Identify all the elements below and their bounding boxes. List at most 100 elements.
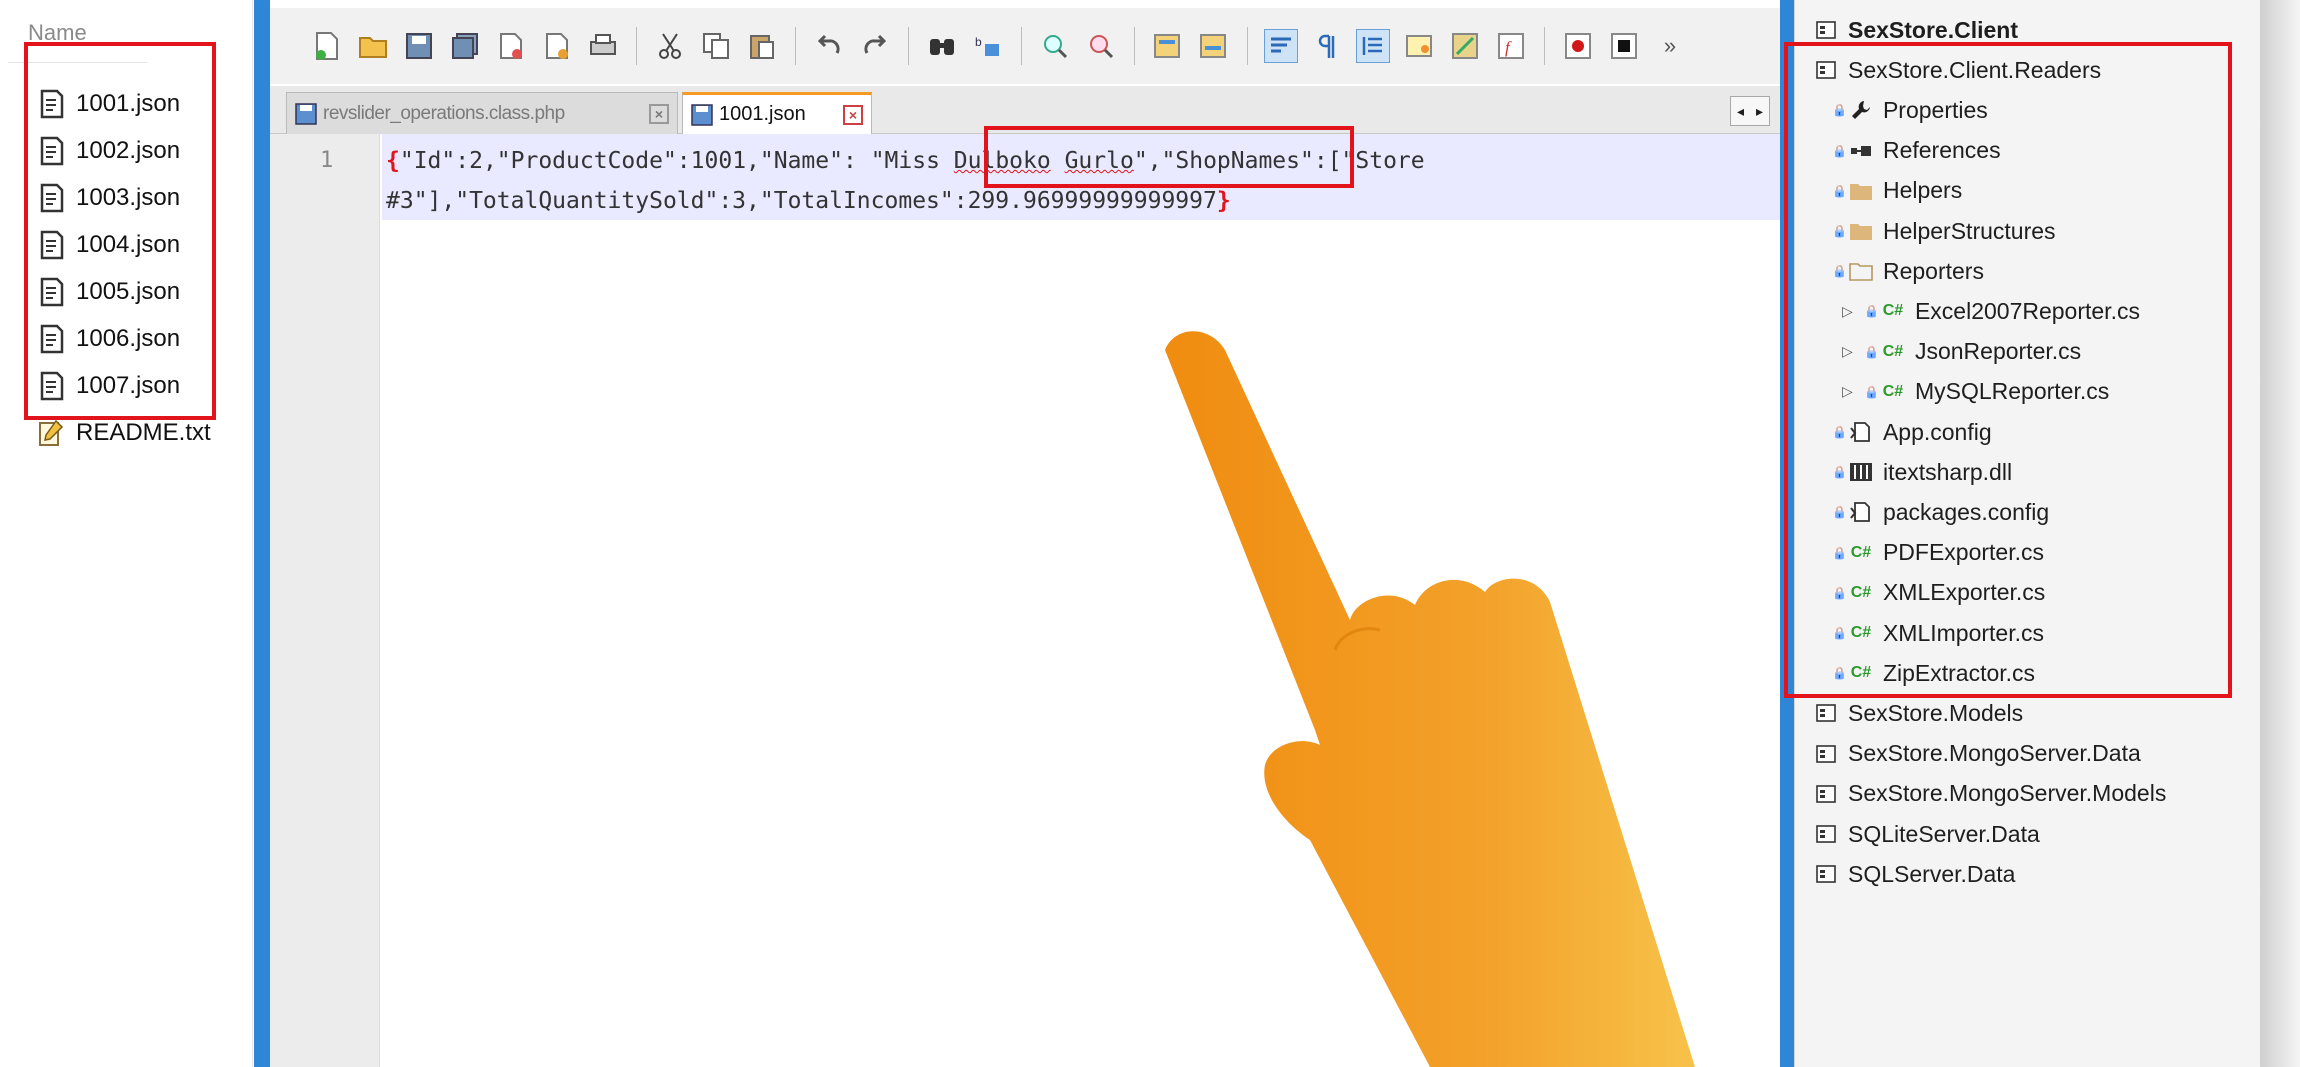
file-item[interactable]: README.txt — [36, 409, 211, 456]
tree-item[interactable]: 🔒 packages.config — [1832, 492, 2049, 532]
copy-icon[interactable] — [699, 29, 733, 63]
close-all-icon[interactable] — [540, 29, 574, 63]
tree-item[interactable]: 🔒 Properties — [1832, 90, 1988, 130]
file-item[interactable]: 1007.json — [36, 362, 211, 409]
source-control-icon: 🔒 — [1864, 344, 1879, 359]
toolbar-separator — [1134, 27, 1135, 65]
paste-icon[interactable] — [745, 29, 779, 63]
sync-horizontal-icon[interactable] — [1197, 29, 1231, 63]
tree-item[interactable]: 🔒 itextsharp.dll — [1832, 452, 2012, 492]
tree-item[interactable]: 🔒 C# XMLImporter.cs — [1832, 613, 2044, 653]
folder-open-icon — [1849, 259, 1873, 283]
function-list-icon[interactable] — [1448, 29, 1482, 63]
redo-icon[interactable] — [858, 29, 892, 63]
tree-item[interactable]: SexStore.Client.Readers — [1814, 50, 2101, 90]
new-file-icon[interactable] — [310, 29, 344, 63]
tree-item[interactable]: 🔒 HelperStructures — [1832, 211, 2056, 251]
function-icon[interactable]: f — [1494, 29, 1528, 63]
cut-icon[interactable] — [653, 29, 687, 63]
expand-arrow-icon[interactable]: ▷ — [1842, 383, 1854, 400]
json-file-icon — [36, 229, 66, 261]
scroll-right-icon[interactable]: ▸ — [1750, 97, 1769, 125]
tree-item[interactable]: 🔒 App.config — [1832, 412, 1992, 452]
editor-toolbar: b f » — [270, 8, 1780, 84]
open-file-icon[interactable] — [356, 29, 390, 63]
tab-label: revslider_operations.class.php — [323, 102, 565, 124]
file-item[interactable]: 1005.json — [36, 268, 211, 315]
editor-border-right — [1780, 0, 1794, 1067]
zoom-in-icon[interactable] — [1038, 29, 1072, 63]
tree-item[interactable]: 🔒 References — [1832, 131, 2001, 171]
tree-item[interactable]: 🔒 C# PDFExporter.cs — [1832, 533, 2044, 573]
tab-1001-json[interactable]: 1001.json × — [682, 92, 872, 134]
tree-item[interactable]: ▷ 🔒 C# JsonReporter.cs — [1842, 332, 2081, 372]
folder-icon — [1849, 179, 1873, 203]
file-tab-icon — [295, 102, 317, 125]
close-file-icon[interactable] — [494, 29, 528, 63]
tree-item[interactable]: 🔒 C# ZipExtractor.cs — [1832, 653, 2035, 693]
tree-item[interactable]: SexStore.MongoServer.Data — [1814, 734, 2141, 774]
file-name: README.txt — [76, 418, 211, 446]
name-column-header[interactable]: Name — [8, 20, 147, 63]
tree-item[interactable]: 🔒 Reporters — [1832, 251, 1984, 291]
line-number: 1 — [320, 148, 334, 173]
indent-guide-icon[interactable] — [1356, 29, 1390, 63]
json-file-icon — [36, 276, 66, 308]
expand-arrow-icon[interactable]: ▷ — [1842, 303, 1854, 320]
tree-item-label: Reporters — [1882, 257, 1984, 284]
toolbar-overflow-icon[interactable]: » — [1653, 29, 1687, 63]
code-line-1[interactable]: {"Id":2,"ProductCode":1001,"Name": "Miss… — [386, 148, 1425, 174]
close-tab-icon[interactable]: × — [843, 104, 863, 125]
toolbar-separator — [1021, 27, 1022, 65]
tree-item[interactable]: SQLiteServer.Data — [1814, 814, 2040, 854]
file-item[interactable]: 1003.json — [36, 174, 211, 221]
toolbar-separator — [1544, 27, 1545, 65]
tab-revslider[interactable]: revslider_operations.class.php × — [286, 92, 678, 134]
code-text: " — [1133, 148, 1148, 174]
tree-item-label: MySQLReporter.cs — [1914, 378, 2110, 405]
code-text: #3"],"TotalQuantitySold":3,"TotalIncomes… — [386, 188, 1217, 214]
sync-vertical-icon[interactable] — [1151, 29, 1185, 63]
stop-macro-icon[interactable] — [1607, 29, 1641, 63]
tree-item[interactable]: 🔒 Helpers — [1832, 171, 1962, 211]
tab-scroll-buttons[interactable]: ◂ ▸ — [1730, 96, 1770, 126]
zoom-out-icon[interactable] — [1084, 29, 1118, 63]
tree-item-label: App.config — [1882, 418, 1992, 445]
toolbar-separator — [1247, 27, 1248, 65]
tree-item[interactable]: SexStore.Models — [1814, 693, 2023, 733]
open-brace: { — [386, 148, 400, 174]
word-wrap-icon[interactable] — [1264, 29, 1298, 63]
save-all-icon[interactable] — [448, 29, 482, 63]
show-all-chars-icon[interactable] — [1310, 29, 1344, 63]
find-icon[interactable] — [925, 29, 959, 63]
csharp-icon: C# — [1850, 583, 1872, 601]
project-icon — [1814, 742, 1838, 766]
tree-item[interactable]: SexStore.MongoServer.Models — [1814, 774, 2166, 814]
print-icon[interactable] — [586, 29, 620, 63]
file-item[interactable]: 1004.json — [36, 221, 211, 268]
source-control-icon: 🔒 — [1832, 505, 1847, 520]
doc-map-icon[interactable] — [1402, 29, 1436, 63]
record-macro-icon[interactable] — [1561, 29, 1595, 63]
file-item[interactable]: 1006.json — [36, 315, 211, 362]
save-icon[interactable] — [402, 29, 436, 63]
tab-bar: revslider_operations.class.php × 1001.js… — [270, 86, 1780, 134]
expand-arrow-icon[interactable]: ▷ — [1842, 343, 1854, 360]
source-control-icon: 🔒 — [1832, 103, 1847, 118]
tree-item[interactable]: 🔒 C# XMLExporter.cs — [1832, 573, 2045, 613]
project-icon — [1814, 18, 1838, 42]
tree-item[interactable]: SexStore.Client — [1814, 10, 2018, 50]
scroll-left-icon[interactable]: ◂ — [1731, 97, 1750, 125]
file-name: 1001.json — [76, 89, 181, 117]
undo-icon[interactable] — [812, 29, 846, 63]
tree-item[interactable]: ▷ 🔒 C# Excel2007Reporter.cs — [1842, 291, 2140, 331]
code-line-2[interactable]: #3"],"TotalQuantitySold":3,"TotalIncomes… — [386, 188, 1231, 214]
close-tab-icon[interactable]: × — [649, 103, 669, 124]
file-item[interactable]: 1002.json — [36, 127, 211, 174]
file-item[interactable]: 1001.json — [36, 80, 211, 127]
tree-item[interactable]: ▷ 🔒 C# MySQLReporter.cs — [1842, 372, 2109, 412]
replace-icon[interactable]: b — [971, 29, 1005, 63]
tree-item[interactable]: SQLServer.Data — [1814, 854, 2015, 894]
file-browser-pane: Name 1001.json 1002.json 1003.json 1004.… — [8, 0, 253, 1067]
source-control-icon: 🔒 — [1832, 465, 1847, 480]
